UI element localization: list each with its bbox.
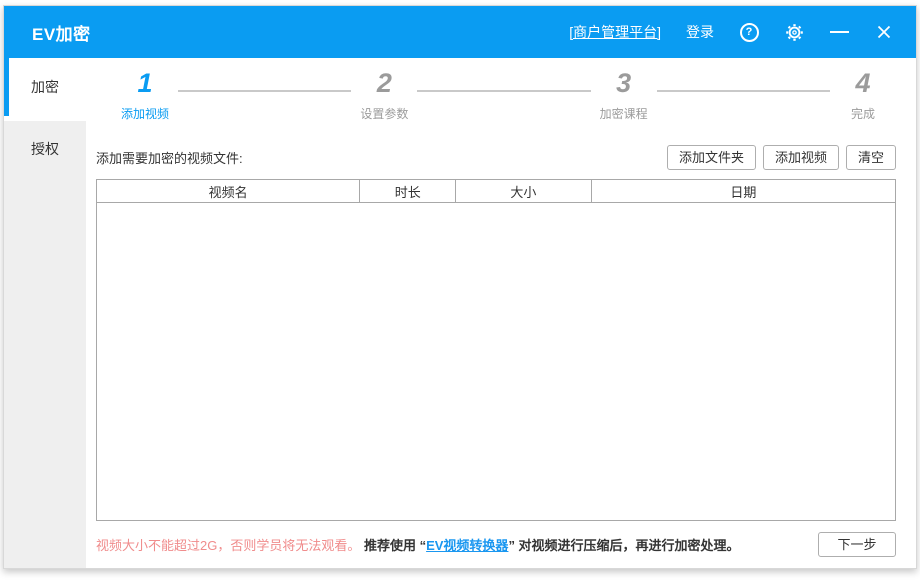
login-link[interactable]: 登录	[686, 22, 714, 42]
step-connector	[417, 90, 590, 92]
step-indicator: 1 添加视频 2 设置参数 3 加密课程 4 完成	[86, 58, 916, 136]
toolbar-buttons: 添加文件夹 添加视频 清空	[667, 145, 896, 170]
step-3-number: 3	[616, 68, 631, 98]
step-4-number: 4	[855, 68, 870, 98]
close-icon[interactable]	[874, 22, 894, 42]
step-3-encrypt-course: 3 加密课程	[597, 68, 651, 122]
size-warning-text: 视频大小不能超过2G，否则学员将无法观看。	[96, 538, 360, 553]
step-2-set-params: 2 设置参数	[357, 68, 411, 122]
clear-button[interactable]: 清空	[846, 145, 896, 170]
step-2-label: 设置参数	[360, 105, 408, 122]
step-3-label: 加密课程	[600, 105, 648, 122]
add-folder-button[interactable]: 添加文件夹	[667, 145, 756, 170]
next-step-button[interactable]: 下一步	[818, 532, 896, 557]
column-header-date: 日期	[592, 180, 895, 202]
help-question-glyph: ?	[740, 23, 759, 42]
step-connector	[657, 90, 830, 92]
minimize-icon[interactable]	[829, 22, 849, 42]
tip-prefix-text: 推荐使用 “	[364, 538, 426, 553]
video-table-header: 视频名 时长 大小 日期	[97, 180, 895, 203]
app-title: EV加密	[32, 20, 91, 45]
app-body: 加密 授权 1 添加视频 2 设置参数	[4, 58, 916, 568]
column-header-video-name: 视频名	[97, 180, 360, 202]
step-1-number: 1	[137, 68, 152, 98]
step-4-label: 完成	[851, 105, 875, 122]
app-window: EV加密 [商户管理平台] 登录 ?	[3, 5, 917, 569]
section-label: 添加需要加密的视频文件:	[96, 148, 243, 167]
sidebar-item-authorize[interactable]: 授权	[4, 121, 86, 176]
toolbar-row: 添加需要加密的视频文件: 添加文件夹 添加视频 清空	[86, 136, 916, 179]
titlebar-actions: [商户管理平台] 登录 ?	[569, 22, 894, 42]
step-connector	[178, 90, 351, 92]
step-1-add-video: 1 添加视频	[118, 68, 172, 122]
sidebar-rest: 授权	[4, 121, 86, 568]
help-icon[interactable]: ?	[739, 22, 759, 42]
video-table: 视频名 时长 大小 日期	[96, 179, 896, 521]
sidebar-item-encrypt-label: 加密	[31, 77, 59, 97]
titlebar: EV加密 [商户管理平台] 登录 ?	[4, 6, 916, 58]
sidebar-item-encrypt[interactable]: 加密	[4, 58, 86, 116]
settings-gear-icon[interactable]	[784, 22, 804, 42]
video-table-body	[97, 203, 895, 520]
footer-row: 视频大小不能超过2G，否则学员将无法观看。 推荐使用 “EV视频转换器” 对视频…	[86, 521, 916, 557]
gear-glyph	[785, 23, 804, 42]
main-content: 1 添加视频 2 设置参数 3 加密课程 4 完成	[86, 58, 916, 568]
sidebar-item-authorize-label: 授权	[31, 139, 59, 159]
ev-converter-link[interactable]: EV视频转换器	[426, 538, 508, 553]
step-2-number: 2	[377, 68, 392, 98]
column-header-size: 大小	[456, 180, 592, 202]
footer-tip: 视频大小不能超过2G，否则学员将无法观看。 推荐使用 “EV视频转换器” 对视频…	[96, 535, 740, 554]
sidebar: 加密 授权	[4, 58, 86, 568]
close-glyph	[876, 24, 892, 40]
add-video-button[interactable]: 添加视频	[763, 145, 839, 170]
column-header-duration: 时长	[360, 180, 456, 202]
tip-suffix-text: ” 对视频进行压缩后，再进行加密处理。	[508, 538, 739, 553]
merchant-platform-link[interactable]: [商户管理平台]	[569, 22, 661, 42]
step-4-finish: 4 完成	[836, 68, 890, 122]
step-1-label: 添加视频	[121, 105, 169, 122]
